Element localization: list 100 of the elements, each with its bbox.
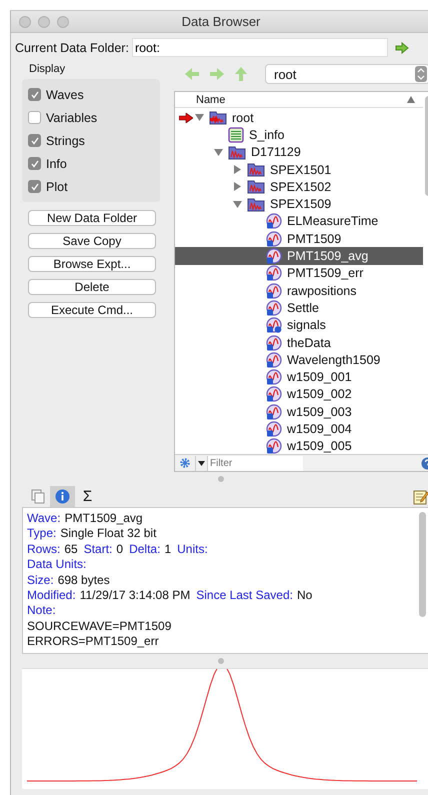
folder-popup[interactable]: root [265,64,428,84]
info-value: SOURCEWAVE=PMT1509 [27,618,172,634]
tree-item[interactable]: rawpositions [175,282,423,300]
display-checkbox[interactable]: Waves [28,83,154,106]
column-header[interactable]: Name [196,94,226,106]
display-checkbox[interactable]: Strings [28,129,154,152]
splitter-handle[interactable] [218,658,224,664]
wave-icon [266,300,282,316]
wave-icon [266,352,282,368]
info-label: Type: [27,526,56,542]
tree-item[interactable]: w1509_004 [175,420,423,438]
folder-icon [247,196,265,212]
info-icon [55,489,70,504]
info-label: Since Last Saved: [196,588,293,604]
tree-item[interactable]: w1509_002 [175,386,423,404]
tree-item[interactable]: PMT1509_err [175,264,423,282]
info-value: Single Float 32 bit [60,526,156,542]
tree-item[interactable]: ELMeasureTime [175,212,423,230]
tree-item-name: w1509_003 [287,404,352,419]
folder-icon [247,162,265,178]
splitter-handle[interactable] [218,476,224,482]
check-icon [30,90,40,100]
tree-item[interactable]: root [175,109,423,126]
tree-item-name: w1509_001 [287,370,352,384]
sort-arrow-icon[interactable] [407,96,415,103]
tree-item-name: rawpositions [287,284,356,298]
tree-item-name: theData [287,336,331,350]
collapse-triangle-icon[interactable] [214,148,223,157]
info-value: ERRORS=PMT1509_err [27,634,159,650]
wave-icon [266,438,282,454]
check-icon [30,158,40,168]
filter-field[interactable]: Filter [208,456,303,470]
action-button[interactable]: Browse Expt... [28,256,156,272]
tree-item[interactable]: Wavelength1509 [175,351,423,368]
wave-icon [266,282,282,299]
tree-item[interactable]: w1509_001 [175,368,423,386]
wave-icon [266,404,282,420]
wave-icon [266,213,282,230]
tree-item-name: S_info [249,128,284,142]
tree-item[interactable]: w1509_003 [175,403,423,420]
current-folder-label: Current Data Folder: [15,40,129,54]
tree-item[interactable]: theData [175,334,423,352]
tree-item[interactable]: signals [175,316,423,334]
tree-item-name: SPEX1509 [270,197,332,212]
info-value: 0 [116,542,124,558]
info-label: Modified: [27,588,76,604]
wave-icon [266,334,282,350]
tree-item[interactable]: PMT1509_avg [175,247,423,265]
text-wave-icon [266,317,282,334]
tree-item-name: w1509_005 [287,439,352,454]
info-value: No [296,588,312,604]
notepad-pencil-icon[interactable] [413,488,428,504]
display-checkbox[interactable]: Plot [28,175,154,198]
display-checkbox[interactable]: Variables [28,106,154,129]
wave-icon [266,248,282,264]
collapse-triangle-icon[interactable] [195,113,204,122]
collapse-triangle-icon[interactable] [233,200,242,209]
tree-item-name: SPEX1501 [270,162,332,177]
tree-item[interactable]: SPEX1501 [175,160,423,178]
display-checkbox[interactable]: Info [28,152,154,175]
info-label: Wave: [27,511,61,526]
info-label: Size: [27,572,54,588]
info-label: Units: [177,542,208,558]
info-value: 1 [164,542,172,558]
caret-icon [198,460,205,466]
expand-triangle-icon[interactable] [233,182,242,192]
tree-item-name: root [232,110,254,125]
tree-item[interactable]: S_info [175,126,423,144]
folder-icon [209,110,227,126]
tree-item-name: Settle [287,300,319,315]
tree-item[interactable]: w1509_005 [175,438,423,454]
copy-icon [30,489,44,504]
info-tab[interactable] [50,486,75,507]
go-arrow-icon[interactable] [394,42,409,54]
action-button[interactable]: Save Copy [28,233,156,249]
info-tab[interactable]: Σ [75,486,100,507]
action-button[interactable]: Delete [28,279,156,295]
tree-item[interactable]: SPEX1509 [175,195,423,213]
tree-item-name: Wavelength1509 [287,352,380,367]
tree-item[interactable]: D171129 [175,144,423,161]
info-label: Note: [27,603,56,619]
wave-icon [266,230,282,247]
tree-item-name: PMT1509 [287,232,342,246]
expand-triangle-icon[interactable] [233,165,242,174]
text-wave-icon [228,126,244,143]
info-label: Start: [84,542,112,558]
tree-item[interactable]: Settle [175,299,423,317]
check-icon [30,182,40,192]
stepper-icon[interactable] [415,66,427,82]
action-button[interactable]: New Data Folder [28,210,156,226]
gear-icon [179,457,191,469]
wave-icon [266,386,282,402]
tree-item[interactable]: PMT1509 [175,230,423,248]
current-folder-field[interactable]: root: [132,38,388,57]
tree-item-name: SPEX1502 [270,180,332,194]
tree-item-name: signals [287,318,326,332]
tree-item-name: w1509_002 [287,387,352,402]
tree-item-name: PMT1509_avg [287,249,368,264]
tree-item[interactable]: SPEX1502 [175,178,423,196]
action-button[interactable]: Execute Cmd... [28,302,156,318]
